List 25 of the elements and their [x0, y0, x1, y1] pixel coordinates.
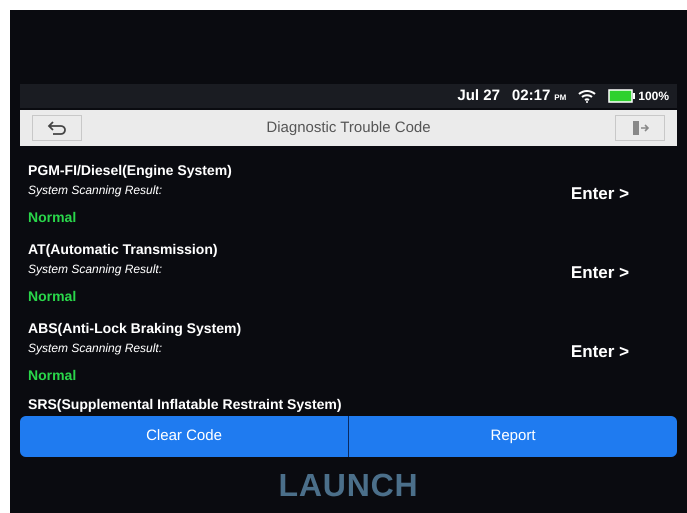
action-button[interactable]: Report	[349, 416, 677, 457]
screen-title: Diagnostic Trouble Code	[266, 118, 431, 138]
wifi-icon	[578, 89, 596, 103]
enter-button[interactable]: Enter >	[570, 338, 629, 364]
scan-result-label: System Scanning Result:	[28, 260, 164, 278]
scan-result: Normal	[28, 366, 78, 384]
system-name: ABS(Anti-Lock Braking System)	[28, 318, 242, 338]
date-text: Jul 27	[457, 86, 500, 106]
scan-result: Normal	[28, 208, 78, 226]
exit-button[interactable]	[614, 115, 665, 141]
enter-button[interactable]: Enter >	[570, 180, 629, 206]
action-button[interactable]: Clear Code	[20, 416, 349, 457]
system-name: AT(Automatic Transmission)	[28, 240, 218, 259]
scan-result-label: System Scanning Result:	[28, 340, 164, 356]
back-button[interactable]	[32, 115, 82, 141]
system-name: PGM-FI/Diesel(Engine System)	[28, 160, 232, 180]
battery-percent: 100%	[638, 88, 669, 105]
scan-result-label: System Scanning Result:	[28, 182, 164, 198]
enter-button[interactable]: Enter >	[570, 260, 629, 286]
time-text: 02:17 PM	[512, 86, 566, 106]
scan-result: Normal	[28, 286, 78, 306]
brand-logo: LAUNCH	[278, 466, 418, 505]
system-name: SRS(Supplemental Inflatable Restraint System)	[28, 394, 342, 414]
back-icon	[47, 120, 67, 136]
battery-icon	[608, 89, 636, 103]
